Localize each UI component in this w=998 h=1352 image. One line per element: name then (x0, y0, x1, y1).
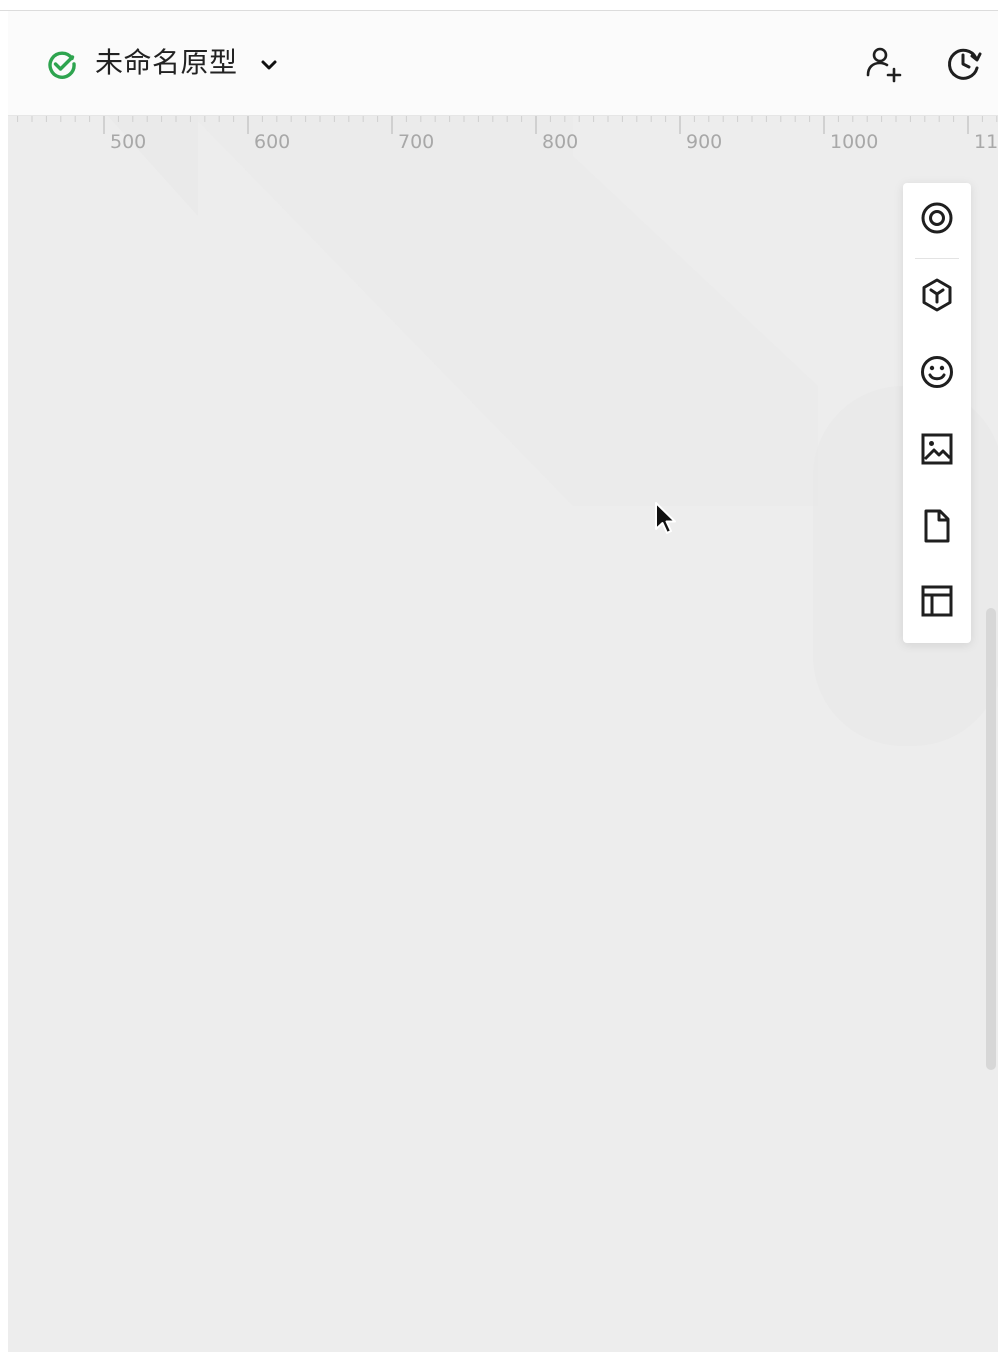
layout-icon (917, 581, 957, 625)
ruler-label: 800 (542, 131, 578, 153)
target-tool[interactable] (915, 198, 959, 242)
mouse-cursor-icon (654, 501, 684, 543)
ruler-label: 600 (254, 131, 290, 153)
emoji-icon (917, 352, 957, 396)
ruler-label: 11 (974, 131, 998, 153)
layout-tool[interactable] (915, 581, 959, 625)
horizontal-ruler: 500 600 700 800 900 1000 11 (17, 116, 998, 153)
component-cube-icon (917, 275, 957, 319)
vertical-scrollbar[interactable] (986, 608, 996, 1070)
target-icon (917, 198, 957, 242)
ruler-label: 700 (398, 131, 434, 153)
document-title[interactable]: 未命名原型 (95, 44, 238, 82)
image-tool[interactable] (915, 429, 959, 473)
ruler-label: 900 (686, 131, 722, 153)
history-button[interactable] (943, 43, 983, 83)
canvas[interactable]: 500 600 700 800 900 1000 11 (8, 116, 998, 1352)
ruler-label: 500 (110, 131, 146, 153)
add-user-icon (863, 47, 903, 87)
add-user-button[interactable] (863, 43, 903, 83)
emoji-tool[interactable] (915, 352, 959, 396)
page-icon (917, 506, 957, 550)
toolbar-divider (915, 258, 959, 259)
history-icon (943, 48, 983, 87)
component-tool[interactable] (915, 275, 959, 319)
image-icon (917, 429, 957, 473)
check-circle-icon (46, 48, 78, 80)
ruler-label: 1000 (830, 131, 878, 153)
right-toolbar (903, 183, 971, 643)
document-header: 未命名原型 (8, 11, 998, 116)
canvas-shadow-shapes (108, 116, 998, 746)
page-tool[interactable] (915, 506, 959, 550)
chevron-down-icon[interactable] (259, 55, 279, 75)
